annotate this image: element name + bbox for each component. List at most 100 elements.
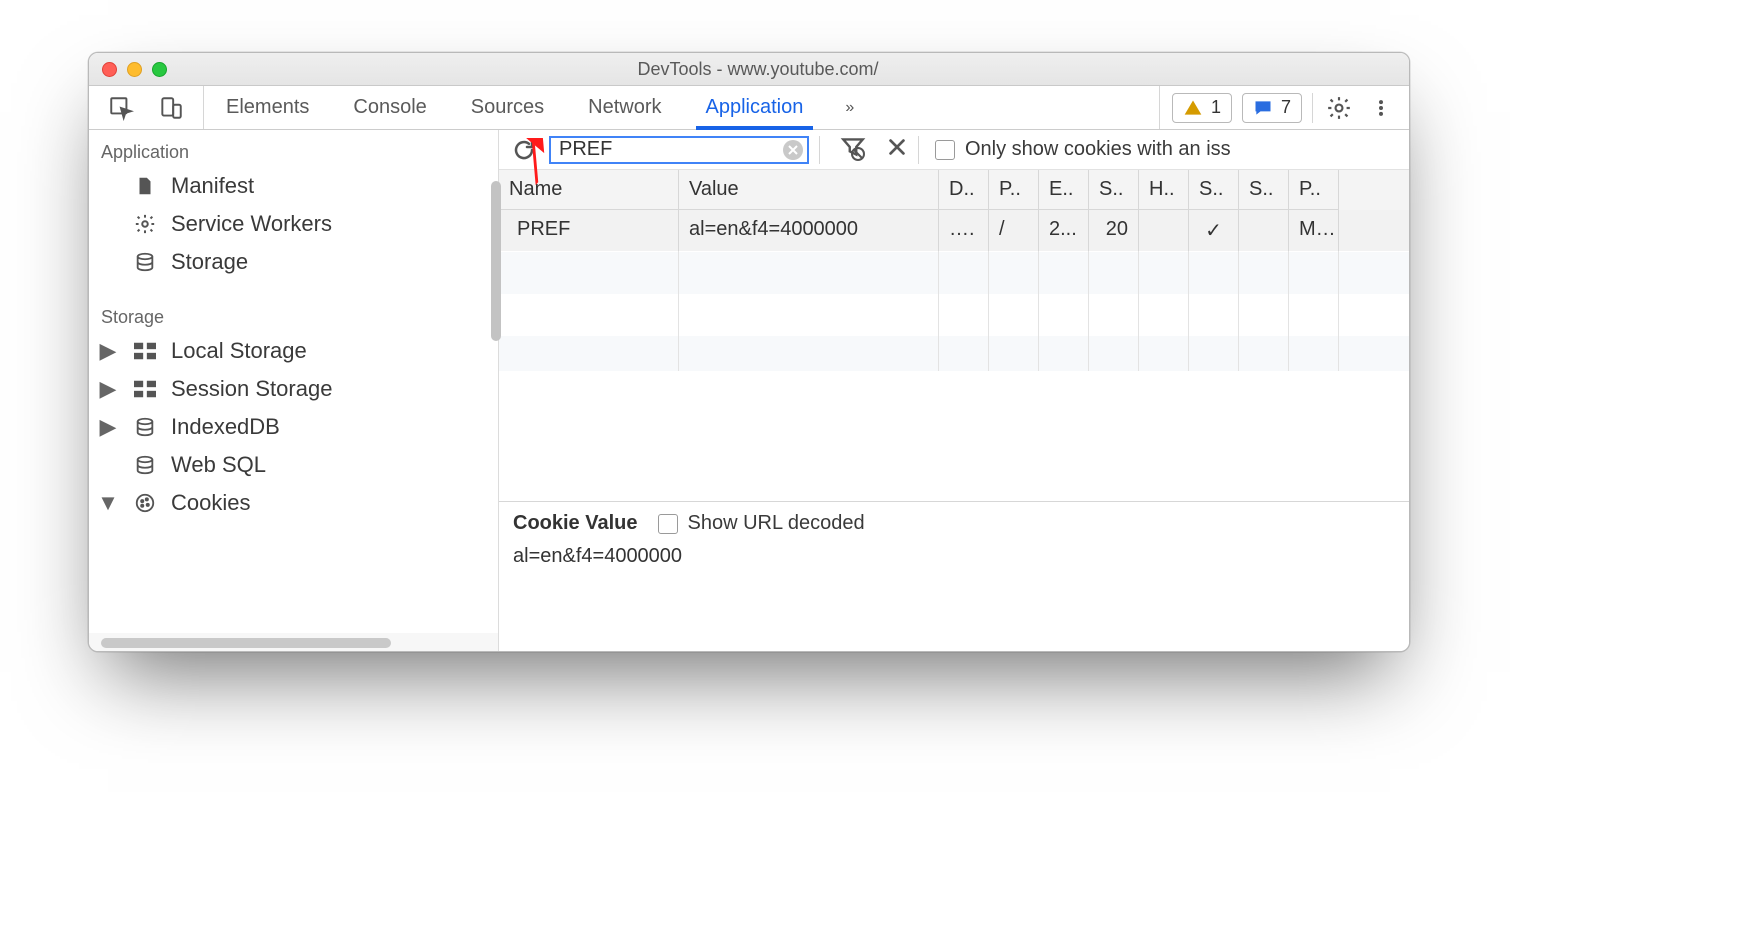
database-icon [131,416,159,438]
titlebar: DevTools - www.youtube.com/ [89,53,1409,86]
filter-tools [830,134,908,165]
col-name[interactable]: Name [499,170,679,210]
delete-button[interactable] [886,136,908,163]
col-secure[interactable]: S.. [1189,170,1239,210]
database-icon [131,454,159,476]
window-title: DevTools - www.youtube.com/ [167,59,1409,80]
table-empty-rows [499,251,1409,371]
section-header-storage: Storage [89,301,498,332]
document-icon [131,174,159,198]
table-body[interactable]: PREF al=en&f4=4000000 …. / 2... 20 ✓ M..… [499,210,1409,371]
more-tabs-button[interactable]: » [825,86,874,129]
filter-input[interactable]: PREF [549,136,809,164]
messages-badge[interactable]: 7 [1242,93,1302,123]
warnings-count: 1 [1211,97,1221,118]
sidebar-item-manifest[interactable]: ▶ Manifest [89,167,498,205]
gear-icon [131,213,159,235]
tab-elements[interactable]: Elements [204,86,331,129]
checkbox-icon [935,140,955,160]
sidebar-vscroll-thumb[interactable] [491,181,501,341]
sidebar-hscroll-track[interactable] [89,633,499,651]
sidebar-item-label: IndexedDB [171,414,280,440]
settings-button[interactable] [1323,92,1355,124]
tab-sources[interactable]: Sources [449,86,566,129]
sidebar-item-cookies[interactable]: ▼ Cookies [89,484,498,522]
sidebar-item-websql[interactable]: ▶ Web SQL [89,446,498,484]
col-priority[interactable]: P.. [1289,170,1339,210]
devtools-window: DevTools - www.youtube.com/ Elements Con… [88,52,1410,652]
sidebar-item-local-storage[interactable]: ▶ Local Storage [89,332,498,370]
col-expires[interactable]: E.. [1039,170,1089,210]
filter-icon[interactable] [840,134,866,165]
warning-icon [1183,98,1203,118]
tab-console[interactable]: Console [331,86,448,129]
sidebar-item-label: Local Storage [171,338,307,364]
section-header-application: Application [89,136,498,167]
close-window-button[interactable] [102,62,117,77]
table-header: Name Value D.. P.. E.. S.. H.. S.. S.. P… [499,170,1409,210]
grid-icon [131,380,159,398]
clear-filter-button[interactable] [783,140,803,160]
table-row[interactable]: PREF al=en&f4=4000000 …. / 2... 20 ✓ M..… [499,210,1409,251]
only-issues-label: Only show cookies with an iss [965,138,1231,161]
sidebar-item-label: Web SQL [171,452,266,478]
sidebar-item-label: Session Storage [171,376,332,402]
cell-name: PREF [499,210,679,251]
chevron-right-icon: ▶ [101,376,115,402]
traffic-lights [89,62,167,77]
only-issues-checkbox[interactable]: Only show cookies with an iss [935,138,1231,161]
cookie-value-text: al=en&f4=4000000 [513,535,1395,568]
refresh-button[interactable] [509,135,539,165]
application-sidebar: Application ▶ Manifest ▶ Service Workers… [89,130,499,651]
show-url-decoded-label: Show URL decoded [688,512,865,535]
message-icon [1253,98,1273,118]
sidebar-item-label: Cookies [171,490,250,516]
col-samesite[interactable]: S.. [1239,170,1289,210]
database-icon [131,251,159,273]
cookie-details-panel: Cookie Value Show URL decoded al=en&f4=4… [499,501,1409,651]
cell-domain: …. [939,210,989,251]
cookies-toolbar: PREF [499,130,1409,170]
chevron-down-icon: ▼ [101,490,115,516]
filter-text: PREF [559,138,612,161]
warnings-badge[interactable]: 1 [1172,93,1232,123]
cell-priority: M... [1289,210,1339,251]
cookies-table: Name Value D.. P.. E.. S.. H.. S.. S.. P… [499,170,1409,501]
show-url-decoded-checkbox[interactable]: Show URL decoded [658,512,865,535]
panel-tabs: Elements Console Sources Network Applica… [204,86,1159,129]
col-value[interactable]: Value [679,170,939,210]
col-httponly[interactable]: H.. [1139,170,1189,210]
grid-icon [131,342,159,360]
cell-size: 20 [1089,210,1139,251]
tab-network[interactable]: Network [566,86,683,129]
col-domain[interactable]: D.. [939,170,989,210]
cell-path: / [989,210,1039,251]
cell-value: al=en&f4=4000000 [679,210,939,251]
more-menu-button[interactable] [1365,92,1397,124]
sidebar-item-indexeddb[interactable]: ▶ IndexedDB [89,408,498,446]
col-size[interactable]: S.. [1089,170,1139,210]
sidebar-item-service-workers[interactable]: ▶ Service Workers [89,205,498,243]
details-heading: Cookie Value [513,512,638,535]
cell-secure: ✓ [1189,210,1239,251]
sidebar-item-storage-root[interactable]: ▶ Storage [89,243,498,281]
minimize-window-button[interactable] [127,62,142,77]
tab-application[interactable]: Application [684,86,826,129]
cell-samesite [1239,210,1289,251]
main-toolbar: Elements Console Sources Network Applica… [89,86,1409,130]
sidebar-item-session-storage[interactable]: ▶ Session Storage [89,370,498,408]
col-path[interactable]: P.. [989,170,1039,210]
checkbox-icon [658,514,678,534]
sidebar-item-label: Manifest [171,173,254,199]
sidebar-hscroll-thumb[interactable] [101,638,391,648]
zoom-window-button[interactable] [152,62,167,77]
chevron-right-icon: ▶ [101,338,115,364]
cell-httponly [1139,210,1189,251]
cookie-icon [131,492,159,514]
chevron-right-icon: ▶ [101,414,115,440]
sidebar-item-label: Service Workers [171,211,332,237]
messages-count: 7 [1281,97,1291,118]
device-mode-button[interactable] [155,92,187,124]
inspect-tool-button[interactable] [105,92,137,124]
cell-expires: 2... [1039,210,1089,251]
